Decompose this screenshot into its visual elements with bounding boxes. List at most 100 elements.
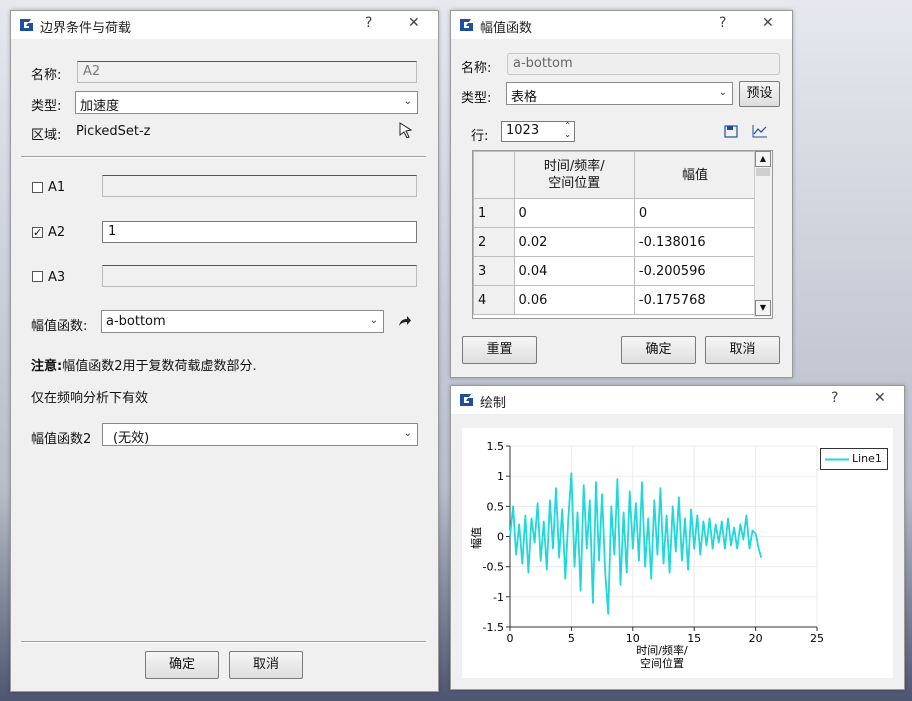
y-tick-label: -1 [493,591,504,604]
name-label: 名称: [461,61,492,76]
scroll-up-icon[interactable]: ▲ [755,151,771,167]
type-select[interactable]: 加速度 ⌄ [75,91,418,114]
col-time-header[interactable]: 时间/频率/空间位置 [513,151,635,199]
ok-button[interactable]: 确定 [621,336,696,364]
window-title: 绘制 [480,396,507,411]
help-button[interactable]: ? [831,390,838,406]
name-field: a-bottom [507,53,780,75]
amp2-select[interactable]: (无效) ⌄ [102,423,418,446]
a1-label: A1 [48,180,66,195]
app-logo-icon [20,19,33,31]
y-tick-label: 1.5 [487,440,505,453]
cell-amp[interactable]: -0.138016 [633,227,757,257]
a2-label: A2 [48,225,66,240]
amp-select[interactable]: a-bottom ⌄ [101,310,384,333]
close-button[interactable]: ✕ [874,390,886,406]
legend-line-swatch [825,458,849,461]
cell-time[interactable]: 0.06 [513,285,635,315]
y-tick-label: 1 [497,470,504,483]
plot-icon[interactable] [752,124,768,138]
help-button[interactable]: ? [365,15,372,31]
y-axis-label: 幅值 [470,527,483,549]
cell-time[interactable]: 0.04 [513,256,635,286]
scroll-thumb[interactable] [756,168,770,176]
a3-label: A3 [48,270,66,285]
amp-select-value: a-bottom [106,314,166,329]
save-icon[interactable] [724,125,738,138]
cell-amp[interactable]: -0.175768 [633,285,757,315]
x-axis-label-line1: 时间/频率/ [636,643,688,657]
window-title: 边界条件与荷载 [40,21,132,36]
title-bar[interactable]: 边界条件与荷载 ? ✕ [11,11,438,39]
chevron-down-icon: ⌄ [369,315,378,326]
amplitude-dialog: 幅值函数 ? ✕ 名称: a-bottom 类型: 表格 ⌄ 预设 行: 102… [450,10,793,378]
a2-checkbox[interactable]: ✓ [32,227,43,238]
close-button[interactable]: ✕ [408,15,420,31]
scroll-down-icon[interactable]: ▼ [755,300,771,316]
name-field: A2 [77,61,417,83]
x-tick-label: 0 [507,632,514,645]
app-logo-icon [460,394,473,406]
cancel-button[interactable]: 取消 [705,336,780,364]
row-number: 1 [473,198,515,228]
chart-legend: Line1 [820,448,888,470]
name-label: 名称: [31,68,62,83]
title-bar[interactable]: 幅值函数 ? ✕ [451,11,792,39]
row-number: 2 [473,227,515,257]
window-title: 幅值函数 [480,21,533,36]
table-row: 2 0.02 -0.138016 [473,227,757,257]
amplitude-table: 时间/频率/空间位置 幅值 1 0 0 2 0.02 -0.138016 3 0… [472,150,773,319]
row-number: 3 [473,256,515,286]
a2-field[interactable]: 1 [102,221,417,243]
note-body: 幅值函数2用于复数荷载虚数部分. [62,359,257,374]
reset-button[interactable]: 重置 [462,336,537,364]
x-tick-label: 5 [568,632,575,645]
table-row: 3 0.04 -0.200596 [473,256,757,286]
corner-header [473,151,515,199]
rows-value: 1023 [506,123,540,138]
x-tick-label: 15 [687,632,701,645]
cancel-button[interactable]: 取消 [229,651,303,679]
goto-arrow-icon[interactable] [398,314,412,328]
cell-time[interactable]: 0.02 [513,227,635,257]
cursor-pick-icon[interactable] [398,122,414,138]
x-tick-label: 20 [749,632,763,645]
chevron-down-icon: ⌄ [718,87,727,98]
plot-window: 绘制 ? ✕ 0 5 10 15 20 25 1.5 1 0.5 0 -0.5 -1 -1.5 幅值 时… [450,385,905,690]
table-scrollbar[interactable]: ▲ ▼ [754,151,772,317]
a1-checkbox[interactable] [32,182,43,193]
table-row: 4 0.06 -0.175768 [473,285,757,315]
cell-amp[interactable]: 0 [633,198,757,228]
x-axis-label-line2: 空间位置 [640,656,684,670]
amp2-select-value: (无效) [113,431,150,446]
a3-checkbox[interactable] [32,271,43,282]
boundary-load-dialog: 边界条件与荷载 ? ✕ 名称: A2 类型: 加速度 ⌄ 区域: PickedS… [10,10,439,692]
amp-label: 幅值函数: [31,319,88,334]
help-button[interactable]: ? [719,15,726,31]
type-select[interactable]: 表格 ⌄ [506,82,733,105]
region-label: 区域: [31,128,62,143]
cell-amp[interactable]: -0.200596 [633,256,757,286]
y-tick-label: -0.5 [483,561,504,574]
row-number: 4 [473,285,515,315]
cell-time[interactable]: 0 [513,198,635,228]
x-tick-label: 25 [810,632,824,645]
rows-spinner[interactable]: 1023 ⌃ ⌄ [501,121,575,142]
separator [21,156,426,158]
amp2-label: 幅值函数2 [31,432,92,447]
ok-button[interactable]: 确定 [145,651,219,679]
col-amp-header[interactable]: 幅值 [633,151,757,199]
app-logo-icon [460,19,473,31]
preset-button[interactable]: 预设 [739,81,780,107]
note-bold: 注意: [31,359,63,374]
type-label: 类型: [461,91,492,106]
close-button[interactable]: ✕ [762,15,774,31]
col-time-line1: 时间/频率/ [543,159,605,174]
col-time-line2: 空间位置 [548,176,601,191]
y-tick-label: -1.5 [483,621,504,634]
a3-field [102,265,417,287]
a1-field [102,175,417,197]
title-bar[interactable]: 绘制 ? ✕ [451,386,904,414]
spinner-arrows-icon[interactable]: ⌃ ⌄ [564,122,571,139]
type-select-value: 表格 [511,90,538,105]
